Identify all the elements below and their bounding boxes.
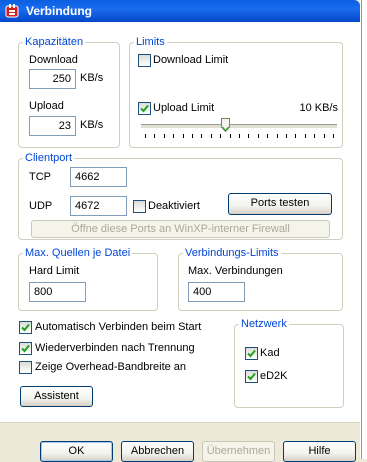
max-sources-legend: Max. Quellen je Datei <box>25 247 131 259</box>
reconnect-label: Wiederverbinden nach Trennung <box>35 342 195 354</box>
max-connections-label: Max. Verbindungen <box>188 265 283 277</box>
udp-disable-label: Deaktiviert <box>148 200 200 212</box>
wizard-button[interactable]: Assistent <box>20 386 93 407</box>
upload-limit-label: Upload Limit <box>153 102 215 114</box>
slider-tick <box>192 134 193 138</box>
slider-tick <box>201 134 202 138</box>
ed2k-checkbox[interactable] <box>245 370 258 383</box>
slider-ticks <box>141 134 337 138</box>
slider-tick <box>248 134 249 138</box>
capacities-legend: Kapazitäten <box>25 36 84 48</box>
kad-label: Kad <box>260 347 280 359</box>
checkmark-icon <box>21 344 30 353</box>
udp-disable-checkbox[interactable] <box>133 200 146 213</box>
slider-tick <box>333 134 334 138</box>
upload-unit: KB/s <box>80 119 104 131</box>
overhead-label: Zeige Overhead-Bandbreite an <box>35 361 187 373</box>
slider-tick <box>154 134 155 138</box>
slider-tick <box>324 134 325 138</box>
checkmark-icon <box>247 349 256 358</box>
slider-tick <box>211 134 212 138</box>
test-ports-button[interactable]: Ports testen <box>228 193 332 215</box>
tcp-port-input[interactable]: 4662 <box>70 167 127 187</box>
slider-tick <box>258 134 259 138</box>
connection-limits-legend: Verbindungs-Limits <box>185 247 279 259</box>
checkmark-icon <box>247 372 256 381</box>
download-unit: KB/s <box>80 72 104 84</box>
slider-tick <box>267 134 268 138</box>
auto-connect-label: Automatisch Verbinden beim Start <box>35 321 202 333</box>
upload-limit-slider[interactable] <box>141 118 337 140</box>
checkmark-icon <box>21 323 30 332</box>
slider-track <box>141 124 337 129</box>
slider-tick <box>314 134 315 138</box>
download-capacity-label: Download <box>29 54 78 66</box>
udp-port-input[interactable]: 4672 <box>70 196 127 216</box>
slider-tick <box>305 134 306 138</box>
slider-tick <box>230 134 231 138</box>
slider-tick <box>295 134 296 138</box>
window-border <box>360 0 367 459</box>
upload-capacity-input[interactable]: 23 <box>29 116 76 136</box>
download-capacity-input[interactable]: 250 <box>29 69 76 89</box>
udp-label: UDP <box>29 200 53 212</box>
max-connections-input[interactable]: 400 <box>188 282 245 302</box>
slider-tick <box>286 134 287 138</box>
preferences-panel: Kapazitäten Download 250 KB/s Upload 23 … <box>0 22 360 422</box>
kad-checkbox[interactable] <box>245 347 258 360</box>
dialog-button-bar: OK Abbrechen Übernehmen Hilfe <box>0 422 360 462</box>
slider-thumb[interactable] <box>221 118 230 133</box>
title-bar[interactable]: Verbindung <box>0 0 360 22</box>
open-firewall-ports-button[interactable]: Öffne diese Ports an WinXP-interner Fire… <box>31 220 330 238</box>
download-limit-checkbox[interactable] <box>138 54 151 67</box>
checkmark-icon <box>140 104 149 113</box>
slider-tick <box>183 134 184 138</box>
ed2k-label: eD2K <box>260 370 288 382</box>
reconnect-checkbox[interactable] <box>19 342 32 355</box>
upload-limit-checkbox[interactable] <box>138 102 151 115</box>
upload-limit-value: 10 KB/s <box>299 102 338 114</box>
slider-tick <box>277 134 278 138</box>
slider-tick <box>145 134 146 138</box>
limits-legend: Limits <box>136 36 165 48</box>
tcp-label: TCP <box>29 171 51 183</box>
slider-tick <box>220 134 221 138</box>
download-limit-label: Download Limit <box>153 54 229 66</box>
slider-tick <box>173 134 174 138</box>
slider-tick <box>239 134 240 138</box>
slider-tick <box>164 134 165 138</box>
hard-limit-input[interactable]: 800 <box>29 282 86 302</box>
window-title: Verbindung <box>26 4 92 18</box>
network-legend: Netzwerk <box>241 318 287 330</box>
hard-limit-label: Hard Limit <box>29 265 80 277</box>
auto-connect-checkbox[interactable] <box>19 321 32 334</box>
clientport-legend: Clientport <box>25 152 73 164</box>
upload-capacity-label: Upload <box>29 100 64 112</box>
emule-icon <box>4 3 20 19</box>
network-group: Netzwerk <box>234 318 344 408</box>
overhead-checkbox[interactable] <box>19 361 32 374</box>
